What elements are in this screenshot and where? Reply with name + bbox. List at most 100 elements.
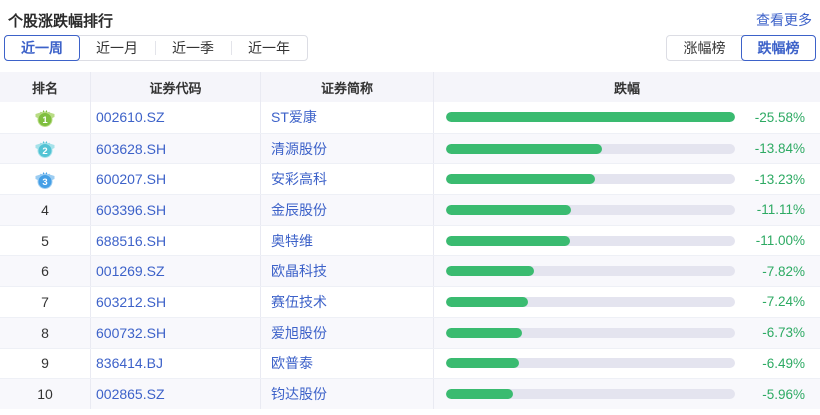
change-bar-fill: [446, 389, 514, 400]
table-row: 4 603396.SH 金辰股份 -11.11%: [0, 194, 820, 225]
change-percent-label: -6.73%: [762, 325, 805, 341]
panel-header: 个股涨跌幅排行 查看更多: [0, 0, 820, 30]
stock-name-link[interactable]: ST爱康: [260, 102, 433, 133]
stock-code-link[interactable]: 001269.SZ: [90, 256, 260, 287]
table-body: 1 002610.SZ ST爱康 -25.58% 2 603628.SH 清源股…: [0, 102, 820, 415]
change-bar-fill: [446, 112, 735, 123]
change-bar-fill: [446, 204, 572, 215]
tab-period-近一年[interactable]: 近一年: [231, 36, 307, 60]
change-percent-label: -7.24%: [762, 294, 805, 310]
rank-cell: 2: [0, 134, 90, 164]
change-cell: -11.00%: [433, 225, 820, 256]
stock-code-link[interactable]: 600207.SH: [90, 164, 260, 195]
column-header-rank: 排名: [31, 80, 58, 96]
rank-cell: 4: [41, 201, 49, 218]
view-more-link[interactable]: 查看更多: [756, 10, 812, 30]
change-cell: -11.11%: [433, 195, 820, 225]
svg-text:2: 2: [42, 146, 47, 157]
tab-period-近一月[interactable]: 近一月: [79, 36, 155, 60]
tab-board-跌幅榜[interactable]: 跌幅榜: [741, 35, 816, 61]
change-percent-label: -25.58%: [754, 109, 805, 125]
stock-name-link[interactable]: 爱旭股份: [260, 317, 433, 348]
svg-text:1: 1: [42, 115, 48, 126]
change-bar-track: [446, 266, 735, 277]
change-cell: -6.49%: [433, 348, 820, 379]
change-cell: -25.58%: [433, 102, 820, 133]
table-row: 9 836414.BJ 欧普泰 -6.49%: [0, 347, 820, 379]
stock-code-link[interactable]: 002610.SZ: [90, 102, 260, 133]
rank-cell: 8: [41, 324, 49, 341]
change-percent-label: -13.84%: [754, 141, 805, 157]
change-bar-track: [446, 112, 735, 123]
board-tab-group: 涨幅榜 跌幅榜: [666, 35, 816, 61]
change-percent-label: -6.49%: [762, 355, 805, 371]
table-row: 6 001269.SZ 欧晶科技 -7.82%: [0, 255, 820, 287]
change-bar-track: [446, 174, 735, 185]
stock-name-link[interactable]: 奥特维: [260, 225, 433, 256]
rank-cell: 5: [41, 232, 49, 249]
rank-cell: 9: [41, 355, 49, 372]
svg-text:3: 3: [42, 177, 47, 188]
rank-cell: 7: [41, 293, 49, 310]
tab-board-涨幅榜[interactable]: 涨幅榜: [667, 36, 742, 60]
controls-row: 近一周 近一月 近一季 近一年 涨幅榜 跌幅榜: [0, 30, 820, 66]
column-header-name: 证券简称: [260, 72, 433, 102]
change-percent-label: -7.82%: [762, 263, 805, 279]
stock-name-link[interactable]: 欧普泰: [260, 348, 433, 379]
change-bar-fill: [446, 174, 596, 185]
change-cell: -6.73%: [433, 317, 820, 348]
rank-medal-icon: 3: [35, 171, 55, 189]
change-bar-track: [446, 389, 735, 400]
table-row: 5 688516.SH 奥特维 -11.00%: [0, 224, 820, 256]
change-percent-label: -5.96%: [762, 386, 805, 402]
stock-name-link[interactable]: 金辰股份: [260, 195, 433, 225]
rank-table: 排名 证券代码 证券简称 跌幅 1 002610.SZ ST爱康 -25.58%…: [0, 72, 820, 415]
rank-cell: 6: [41, 263, 49, 280]
table-row: 10 002865.SZ 钧达股份 -5.96%: [0, 378, 820, 409]
stock-code-link[interactable]: 603396.SH: [90, 195, 260, 225]
stock-code-link[interactable]: 603628.SH: [90, 133, 260, 164]
table-header: 排名 证券代码 证券简称 跌幅: [0, 72, 820, 102]
change-percent-label: -11.00%: [755, 233, 805, 249]
stock-name-link[interactable]: 清源股份: [260, 133, 433, 164]
change-cell: -7.82%: [433, 256, 820, 287]
table-row: 3 600207.SH 安彩高科 -13.23%: [0, 163, 820, 195]
change-bar-fill: [446, 143, 603, 154]
change-bar-track: [446, 296, 735, 307]
stock-name-link[interactable]: 钧达股份: [260, 379, 433, 409]
stock-code-link[interactable]: 688516.SH: [90, 225, 260, 256]
rank-cell: 1: [0, 102, 90, 133]
change-bar-fill: [446, 327, 522, 338]
change-bar-track: [446, 143, 735, 154]
change-bar-fill: [446, 296, 528, 307]
table-row: 8 600732.SH 爱旭股份 -6.73%: [0, 316, 820, 348]
change-bar-track: [446, 235, 735, 246]
change-cell: -7.24%: [433, 287, 820, 317]
change-bar-track: [446, 358, 735, 369]
rank-medal-icon: 2: [35, 141, 55, 159]
stock-code-link[interactable]: 600732.SH: [90, 317, 260, 348]
page-title: 个股涨跌幅排行: [8, 13, 114, 30]
rank-cell: 10: [37, 386, 53, 403]
change-bar-fill: [446, 235, 571, 246]
change-bar-track: [446, 204, 735, 215]
stock-code-link[interactable]: 002865.SZ: [90, 379, 260, 409]
change-bar-fill: [446, 266, 535, 277]
stock-code-link[interactable]: 603212.SH: [90, 287, 260, 317]
column-header-change: 跌幅: [433, 72, 820, 102]
stock-name-link[interactable]: 赛伍技术: [260, 287, 433, 317]
table-row: 2 603628.SH 清源股份 -13.84%: [0, 132, 820, 164]
tab-period-近一季[interactable]: 近一季: [155, 36, 231, 60]
stock-rank-panel: 个股涨跌幅排行 查看更多 近一周 近一月 近一季 近一年 涨幅榜 跌幅榜 排名 证券代码…: [0, 0, 820, 415]
rank-cell: 3: [0, 164, 90, 194]
stock-name-link[interactable]: 欧晶科技: [260, 256, 433, 287]
stock-code-link[interactable]: 836414.BJ: [90, 348, 260, 379]
stock-name-link[interactable]: 安彩高科: [260, 164, 433, 195]
rank-medal-icon: 1: [35, 109, 55, 127]
change-bar-fill: [446, 358, 520, 369]
period-tab-group: 近一周 近一月 近一季 近一年: [4, 35, 308, 61]
change-cell: -13.84%: [433, 133, 820, 164]
tab-period-近一周[interactable]: 近一周: [4, 35, 80, 61]
change-bar-track: [446, 327, 735, 338]
column-header-code: 证券代码: [90, 72, 260, 102]
